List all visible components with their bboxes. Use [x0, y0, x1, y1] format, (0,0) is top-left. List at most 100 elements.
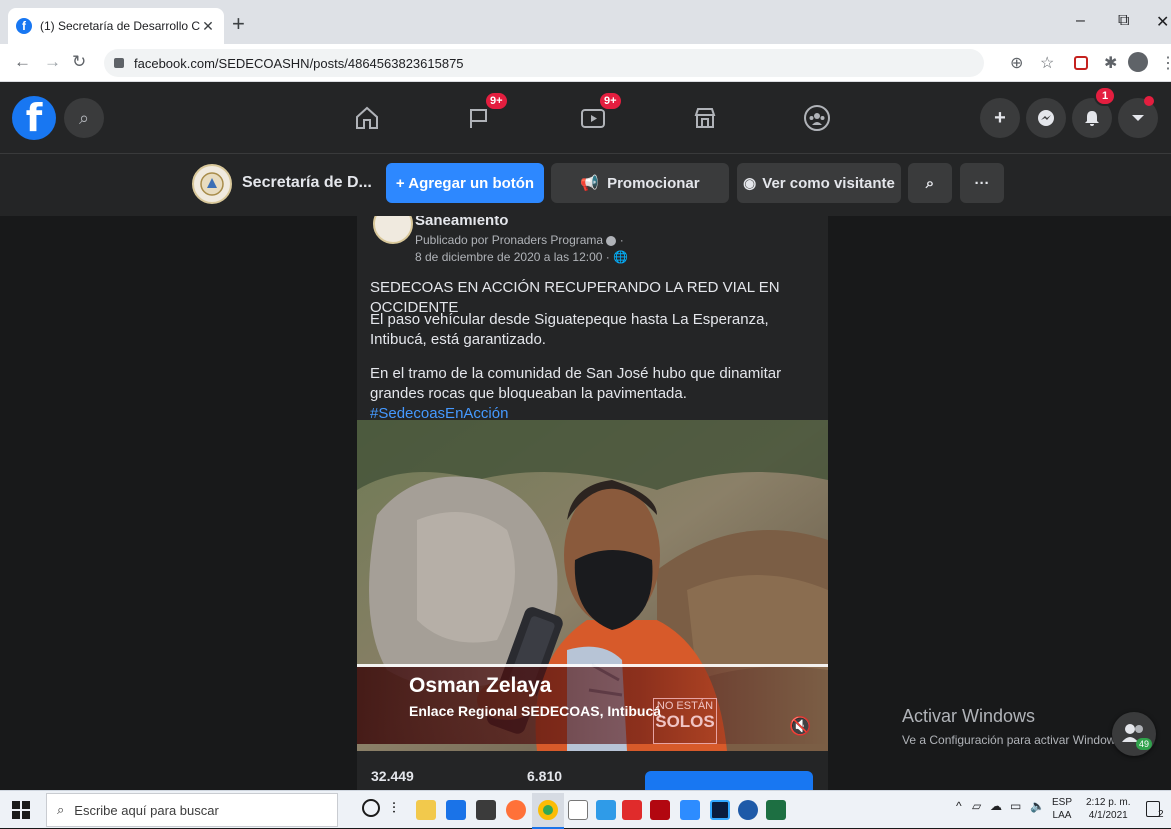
excel-icon[interactable] — [766, 800, 786, 820]
windows-start-icon[interactable] — [12, 801, 30, 819]
minimize-button[interactable]: – — [1076, 12, 1085, 30]
profile-avatar-icon[interactable] — [1128, 52, 1148, 72]
post-author[interactable]: Saneamiento — [415, 216, 508, 229]
promote-label: Promocionar — [607, 174, 700, 192]
bookmark-star-icon[interactable]: ☆ — [1040, 53, 1054, 73]
megaphone-icon: 📢 — [580, 175, 600, 192]
chrome-icon[interactable] — [538, 800, 558, 820]
mute-icon[interactable]: 🔇 — [789, 716, 811, 737]
create-plus-icon[interactable]: + — [980, 98, 1020, 138]
online-count-badge: 49 — [1136, 738, 1153, 750]
floating-chat-button[interactable]: 49 — [1112, 712, 1156, 756]
page-header-bar: Secretaría de D... + Agregar un botón 📢 … — [0, 154, 1171, 216]
notifications-badge: 1 — [1094, 86, 1116, 106]
watch-badge: 9+ — [598, 91, 623, 111]
task-view-icon[interactable]: ⫶ — [392, 800, 396, 817]
new-tab-button[interactable]: + — [232, 13, 245, 35]
globe-icon: 🌐 — [613, 250, 629, 264]
post-card: Saneamiento Publicado por Pronaders Prog… — [357, 216, 828, 790]
browser-toolbar: ← → ↻ facebook.com/SEDECOASHN/posts/4864… — [0, 44, 1171, 82]
taskbar-search-input[interactable]: ⌕ Escribe aquí para buscar — [46, 793, 338, 827]
view-as-visitor-button[interactable]: ◉ Ver como visitante — [737, 163, 901, 203]
browser-tab[interactable]: f (1) Secretaría de Desarrollo Comu ✕ — [8, 8, 224, 44]
promote-button[interactable]: 📢 Promocionar — [551, 163, 729, 203]
cortana-icon[interactable] — [362, 799, 380, 817]
video-stat-2: 6.810 — [527, 768, 563, 784]
address-bar[interactable]: facebook.com/SEDECOASHN/posts/4864563823… — [104, 49, 984, 77]
tray-chevron-icon[interactable]: ^ — [956, 799, 962, 813]
store-icon[interactable] — [476, 800, 496, 820]
tray-display-icon[interactable]: ▭ — [1010, 799, 1021, 813]
page-search-icon[interactable]: ⌕ — [908, 163, 952, 203]
pages-badge: 9+ — [484, 91, 509, 111]
netflix-icon[interactable] — [650, 800, 670, 820]
boost-button[interactable] — [645, 771, 813, 790]
browser-tab-strip: f (1) Secretaría de Desarrollo Comu ✕ + … — [0, 0, 1171, 44]
account-alert-dot — [1144, 96, 1154, 106]
groups-icon[interactable] — [762, 82, 872, 154]
photoshop-icon[interactable] — [710, 800, 730, 820]
page-name[interactable]: Secretaría de D... — [242, 174, 372, 192]
home-icon[interactable] — [312, 82, 422, 154]
facebook-logo[interactable]: f — [12, 96, 56, 140]
watermark-line-2: SOLOS — [655, 712, 715, 731]
post-author-avatar[interactable] — [373, 216, 413, 244]
disney-icon[interactable] — [738, 800, 758, 820]
file-explorer-icon[interactable] — [416, 800, 436, 820]
post-paragraph-1: El paso vehícular desde Siguatepeque has… — [370, 311, 769, 348]
extensions-puzzle-icon[interactable]: ✱ — [1104, 53, 1117, 73]
video-person-role: Enlace Regional SEDECOAS, Intibucá — [409, 703, 662, 719]
search-magnifier-icon: ⌕ — [57, 802, 65, 817]
activate-windows-subtitle: Ve a Configuración para activar Windows. — [902, 733, 1125, 747]
language-line-1: ESP — [1052, 797, 1073, 808]
post-paragraph-2-text: En el tramo de la comunidad de San José … — [370, 365, 782, 402]
acrobat-icon[interactable] — [622, 800, 642, 820]
post-date[interactable]: 8 de diciembre de 2020 a las 12:00 · — [415, 250, 610, 264]
published-by[interactable]: Publicado por Pronaders Programa — [415, 233, 603, 247]
tray-cloud-icon[interactable]: ☁ — [990, 799, 1002, 813]
windows-taskbar: ⌕ Escribe aquí para buscar ⫶ ^ ▱ ☁ ▭ 🔈 E… — [0, 790, 1171, 829]
taskbar-clock[interactable]: 2:12 p. m. 4/1/2021 — [1086, 796, 1130, 822]
search-icon[interactable]: ⌕ — [64, 98, 104, 138]
tab-close-icon[interactable]: ✕ — [200, 18, 216, 35]
add-button-button[interactable]: + Agregar un botón — [386, 163, 544, 203]
mail-icon[interactable] — [446, 800, 466, 820]
activate-windows-title: Activar Windows — [902, 706, 1036, 726]
language-indicator[interactable]: ESP LAA — [1052, 796, 1072, 822]
notepad-icon[interactable] — [568, 800, 588, 820]
restore-button[interactable]: ⧉ — [1118, 12, 1129, 30]
zoom-app-icon[interactable] — [680, 800, 700, 820]
language-line-2: LAA — [1052, 810, 1072, 821]
video-person-name: Osman Zelaya — [409, 674, 552, 697]
post-paragraph-2: En el tramo de la comunidad de San José … — [370, 364, 820, 424]
campaign-watermark: NO ESTÁN SOLOS — [653, 698, 717, 744]
facebook-favicon-icon: f — [16, 18, 32, 34]
watch-icon[interactable]: 9+ — [538, 82, 648, 154]
view-as-label: Ver como visitante — [762, 174, 895, 192]
forward-arrow-icon[interactable]: → — [44, 52, 61, 72]
zoom-icon[interactable]: ⊕ — [1010, 53, 1023, 73]
clock-date: 4/1/2021 — [1088, 810, 1128, 821]
video-stat-1: 32.449 — [371, 768, 414, 784]
pages-flag-icon[interactable]: 9+ — [424, 82, 534, 154]
tray-volume-icon[interactable]: 🔈 — [1030, 799, 1045, 813]
firefox-icon[interactable] — [506, 800, 526, 820]
clock-time: 2:12 p. m. — [1086, 797, 1131, 808]
tab-title: (1) Secretaría de Desarrollo Comu — [40, 19, 200, 33]
back-arrow-icon[interactable]: ← — [14, 52, 31, 72]
page-avatar[interactable] — [192, 164, 232, 204]
more-options-button[interactable]: ··· — [960, 163, 1004, 203]
app-icon-blue[interactable] — [596, 800, 616, 820]
marketplace-icon[interactable] — [650, 82, 760, 154]
browser-menu-icon[interactable]: ⋮ — [1160, 53, 1171, 73]
facebook-header: f ⌕ 9+ 9+ + 1 — [0, 82, 1171, 154]
info-icon — [606, 235, 617, 246]
tray-network-icon[interactable]: ▱ — [972, 799, 981, 813]
taskbar-search-placeholder: Escribe aquí para buscar — [74, 802, 219, 818]
close-window-button[interactable]: ✕ — [1156, 12, 1169, 32]
extension-shield-icon[interactable] — [1074, 56, 1088, 70]
people-icon — [1122, 724, 1143, 742]
messenger-icon[interactable] — [1026, 98, 1066, 138]
eye-icon: ◉ — [743, 175, 757, 192]
reload-icon[interactable]: ↻ — [72, 52, 86, 72]
